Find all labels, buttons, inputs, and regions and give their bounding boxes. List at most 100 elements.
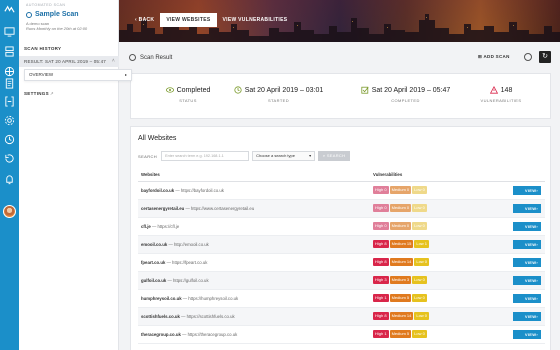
action-cell: VIEW ›	[503, 325, 545, 344]
view-button[interactable]: VIEW ›	[513, 239, 541, 249]
back-label: BACK	[138, 17, 155, 23]
header-banner: ‹ BACK VIEW WEBSITES VIEW VULNERABILITIE…	[119, 0, 560, 42]
view-button[interactable]: VIEW ›	[513, 185, 541, 195]
started-value: Sat 20 April 2019 – 03:01	[244, 86, 324, 94]
search-label: SEARCH	[138, 153, 158, 159]
arrow-right-icon: ▸	[124, 72, 127, 77]
chevron-right-icon: ›	[536, 331, 538, 337]
websites-table: Websites Vulnerabilities bayfordoil.co.u…	[138, 169, 545, 344]
gear-icon[interactable]	[524, 53, 532, 61]
search-input[interactable]: Enter search term e.g. 192.168.1.1	[161, 151, 250, 161]
scan-name[interactable]: Sample Scan	[26, 11, 79, 18]
badge-low: Low 0	[414, 258, 430, 266]
search-type-select[interactable]: Choose a search type ▾	[252, 151, 316, 161]
view-button[interactable]: VIEW ›	[513, 293, 541, 303]
server-icon[interactable]	[4, 46, 15, 57]
refresh-button[interactable]: ↻	[539, 51, 551, 63]
view-label: VIEW	[524, 277, 537, 283]
add-scan-label: ADD SCAN	[483, 54, 510, 59]
action-cell: VIEW ›	[503, 271, 545, 290]
scan-name-label: Sample Scan	[35, 11, 79, 18]
badge-medium: Medium 14	[389, 258, 414, 266]
website-domain: emooil.co.uk	[141, 241, 168, 247]
clock-icon	[234, 86, 242, 94]
header-tabs: ‹ BACK VIEW WEBSITES VIEW VULNERABILITIE…	[129, 13, 293, 27]
badge-low: Low 0	[412, 294, 427, 302]
view-button[interactable]: VIEW ›	[513, 257, 541, 267]
avatar[interactable]	[3, 205, 16, 218]
website-url: — https://theracegroup.co.uk	[182, 331, 238, 337]
website-domain: scottishfuels.co.uk	[141, 313, 180, 319]
website-cell: theracegroup.co.uk — https://theracegrou…	[138, 325, 373, 344]
globe-icon[interactable]	[4, 66, 15, 77]
vulnerability-cell: High 1 Medium 5 Low 0	[373, 325, 503, 344]
col-vulnerabilities: Vulnerabilities	[373, 169, 503, 182]
back-button[interactable]: ‹ BACK	[129, 13, 160, 27]
action-cell: VIEW ›	[503, 307, 545, 326]
chevron-right-icon: ›	[536, 259, 538, 265]
add-scan-button[interactable]: ⊞ ADD SCAN	[478, 54, 510, 60]
globe-icon	[129, 54, 136, 61]
badge-high: High 8	[373, 240, 389, 248]
scan-history-item[interactable]: RESULT: SAT 20 APRIL 2019 – 05:47 ˄	[19, 56, 119, 67]
settings-icon[interactable]	[4, 115, 15, 126]
website-cell: scottishfuels.co.uk — https://scottishfu…	[138, 307, 373, 326]
vulnerability-cell: High 8 Medium 15 Low 1	[373, 235, 503, 254]
website-domain: bayfordoil.co.uk	[141, 187, 175, 193]
tab-view-vulnerabilities[interactable]: VIEW VULNERABILITIES	[217, 13, 294, 27]
eye-icon	[165, 87, 174, 93]
document-icon[interactable]	[4, 78, 15, 89]
monitor-icon[interactable]	[4, 26, 15, 37]
settings-link[interactable]: SETTINGS↗	[24, 91, 54, 97]
history-icon[interactable]	[4, 153, 15, 164]
view-button[interactable]: VIEW ›	[513, 221, 541, 231]
status-value: Completed	[176, 86, 211, 94]
table-row: emooil.co.uk — http://emooil.co.uk High 8…	[138, 235, 545, 254]
view-button[interactable]: VIEW ›	[513, 311, 541, 321]
bracket-icon[interactable]	[4, 96, 15, 107]
badge-high: High 1	[373, 330, 389, 338]
chevron-down-icon: ▾	[309, 153, 312, 158]
bell-icon[interactable]	[4, 174, 15, 185]
vulnerability-cell: High 8 Medium 14 Low 0	[373, 307, 503, 326]
clock-icon[interactable]	[4, 134, 15, 145]
badge-low: Low 0	[412, 276, 427, 284]
badge-medium: Medium 5	[389, 330, 412, 338]
search-button[interactable]: ⌕ SEARCH	[318, 151, 351, 161]
badge-medium: Medium 15	[389, 240, 414, 248]
globe-icon	[26, 11, 32, 18]
tab-view-websites[interactable]: VIEW WEBSITES	[160, 13, 217, 27]
view-label: VIEW	[524, 223, 537, 229]
badge-medium: Medium 0	[389, 222, 412, 230]
vulns-value: 148	[500, 86, 513, 94]
view-label: VIEW	[524, 313, 537, 319]
completed-value: Sat 20 April 2019 – 05:47	[371, 86, 451, 94]
badge-medium: Medium 0	[389, 204, 412, 212]
view-label: VIEW	[524, 187, 537, 193]
scan-history-item-label: RESULT: SAT 20 APRIL 2019 – 05:47	[24, 59, 106, 64]
view-button[interactable]: VIEW ›	[513, 203, 541, 213]
website-cell: fpeart.co.uk — https://fpeart.co.uk	[138, 253, 373, 272]
view-label: VIEW	[524, 205, 537, 211]
website-url: — https://www.certasenergyretail.eu	[185, 205, 255, 211]
vulnerability-cell: High 3 Medium 3 Low 0	[373, 271, 503, 290]
started-label: STARTED	[267, 98, 290, 103]
website-url: — http://emooil.co.uk	[168, 241, 209, 247]
logo-icon[interactable]	[4, 4, 15, 15]
chevron-right-icon: ›	[536, 277, 538, 283]
website-url: — https://gulfoil.co.uk	[167, 277, 209, 283]
view-label: VIEW	[524, 241, 537, 247]
badge-high: High 1	[373, 294, 389, 302]
badge-high: High 3	[373, 276, 389, 284]
view-button[interactable]: VIEW ›	[513, 329, 541, 339]
view-button[interactable]: VIEW ›	[513, 275, 541, 285]
scan-nav-panel: AUTOMATED SCAN Sample Scan A demo scan R…	[19, 0, 132, 350]
website-domain: cfl.je	[141, 223, 151, 229]
vulnerability-cell: High 1 Medium 5 Low 0	[373, 289, 503, 308]
website-cell: emooil.co.uk — http://emooil.co.uk	[138, 235, 373, 254]
toolbar: Scan Result ⊞ ADD SCAN ↻	[119, 42, 560, 73]
action-cell: VIEW ›	[503, 253, 545, 272]
overview-link[interactable]: OVERVIEW ▸	[24, 69, 132, 81]
view-label: VIEW	[524, 295, 537, 301]
search-row: SEARCH Enter search term e.g. 192.168.1.…	[138, 151, 351, 161]
